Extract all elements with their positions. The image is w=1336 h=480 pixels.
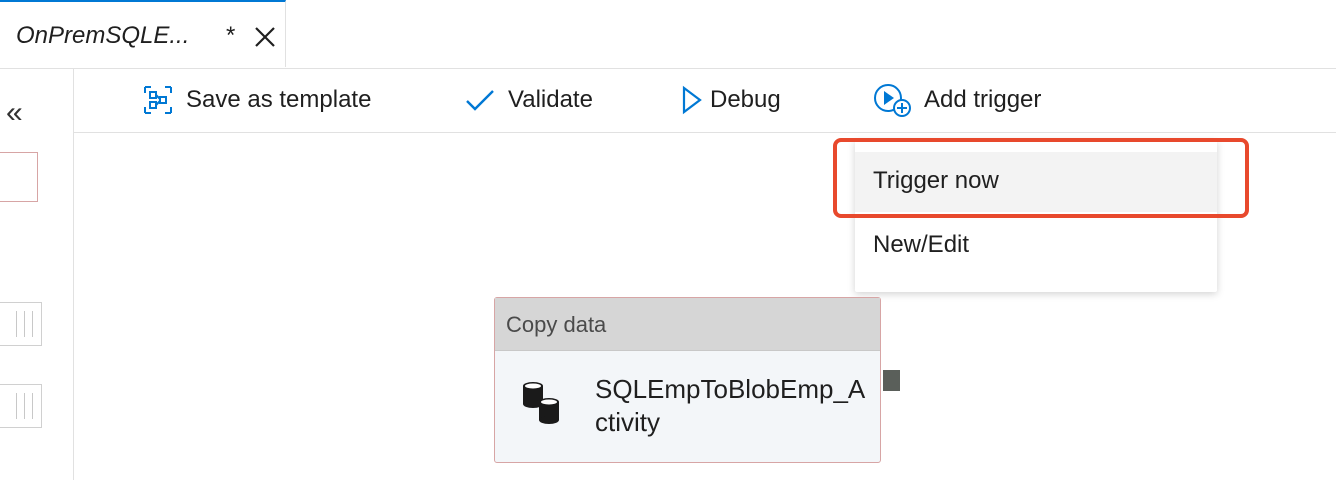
add-trigger-menu: Trigger now New/Edit	[855, 140, 1217, 292]
rail-drag-handle[interactable]	[0, 302, 42, 346]
template-icon	[144, 86, 172, 114]
menu-item-label: New/Edit	[873, 231, 970, 258]
save-as-template-button[interactable]: Save as template	[142, 68, 371, 132]
unsaved-indicator: *	[226, 22, 236, 49]
activity-output-port[interactable]	[883, 370, 900, 391]
add-trigger-label: Add trigger	[924, 86, 1042, 113]
debug-label: Debug	[710, 86, 781, 113]
activity-header: Copy data	[495, 298, 880, 351]
checkmark-icon	[466, 90, 494, 111]
validate-button[interactable]: Validate	[464, 68, 593, 132]
activity-name: SQLEmpToBlobEmp_Activity	[595, 374, 866, 437]
tab-pipeline[interactable]: OnPremSQLE... *	[0, 0, 286, 67]
validate-label: Validate	[508, 86, 593, 113]
left-rail: «	[0, 68, 74, 480]
collapse-panel-icon[interactable]: «	[6, 96, 23, 130]
rail-drag-handle[interactable]	[0, 384, 42, 428]
copy-data-activity[interactable]: Copy data SQLEmpToBlobEmp_Activity	[494, 297, 881, 463]
save-as-template-label: Save as template	[186, 86, 372, 113]
close-icon[interactable]	[252, 24, 278, 50]
add-trigger-button[interactable]: Add trigger	[872, 68, 1041, 132]
rail-search-box[interactable]	[0, 152, 38, 202]
trigger-add-icon	[874, 84, 911, 117]
play-icon	[682, 85, 702, 115]
menu-item-label: Trigger now	[873, 167, 999, 194]
activity-type: Copy data	[506, 312, 607, 337]
database-copy-icon	[523, 382, 559, 424]
menu-item-new-edit[interactable]: New/Edit	[855, 216, 1217, 276]
tab-title: OnPremSQLE...	[16, 22, 190, 49]
menu-item-trigger-now[interactable]: Trigger now	[855, 152, 1217, 212]
tab-strip: OnPremSQLE... *	[0, 0, 1336, 69]
debug-button[interactable]: Debug	[680, 68, 781, 132]
pipeline-toolbar: Save as template Validate Debug Add trig…	[74, 68, 1336, 133]
